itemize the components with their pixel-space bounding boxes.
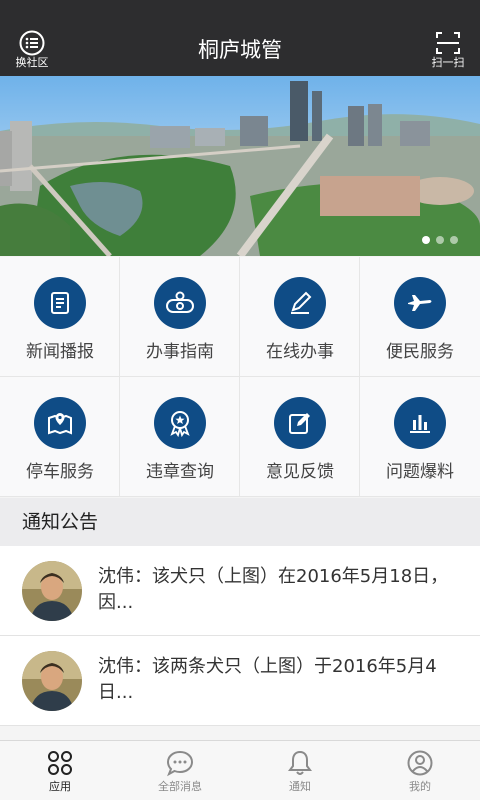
guide-icon-circle xyxy=(154,277,206,329)
service-label: 办事指南 xyxy=(146,342,214,362)
badge-icon-circle xyxy=(154,397,206,449)
tab-mine[interactable]: 我的 xyxy=(360,741,480,800)
carousel-dot[interactable] xyxy=(422,236,430,244)
top-bar: 换社区 桐庐城管 扫一扫 xyxy=(0,0,480,76)
service-label: 新闻播报 xyxy=(26,342,94,362)
bell-icon xyxy=(288,750,312,775)
notice-list: 沈伟：该犬只（上图）在2016年5月18日，因... 沈伟：该两条犬只（上图）于… xyxy=(0,546,480,726)
edit-icon-circle xyxy=(274,397,326,449)
list-item[interactable]: 沈伟：该犬只（上图）在2016年5月18日，因... xyxy=(0,546,480,636)
service-label: 意见反馈 xyxy=(266,462,334,482)
service-guide[interactable]: 办事指南 xyxy=(120,257,240,377)
avatar xyxy=(22,651,82,711)
service-parking[interactable]: 停车服务 xyxy=(0,377,120,497)
page-title: 桐庐城管 xyxy=(198,38,282,62)
service-label: 违章查询 xyxy=(146,462,214,482)
tab-label: 我的 xyxy=(409,780,431,793)
news-icon-circle xyxy=(34,277,86,329)
service-report[interactable]: 问题爆料 xyxy=(360,377,480,497)
app-root: 换社区 桐庐城管 扫一扫 新闻播报 办事指南 在线办事 便民服务 停车服务 违章… xyxy=(0,0,480,800)
city-aerial-image xyxy=(0,76,480,256)
carousel-indicator xyxy=(422,236,458,244)
user-icon xyxy=(407,750,433,776)
notice-section-title: 通知公告 xyxy=(0,498,480,546)
service-news[interactable]: 新闻播报 xyxy=(0,257,120,377)
tab-all-messages[interactable]: 全部消息 xyxy=(120,741,240,800)
pen-icon-circle xyxy=(274,277,326,329)
tab-label: 应用 xyxy=(49,780,71,793)
airplane-icon-circle xyxy=(394,277,446,329)
service-online[interactable]: 在线办事 xyxy=(240,257,360,377)
service-label: 便民服务 xyxy=(386,342,454,362)
service-convenience[interactable]: 便民服务 xyxy=(360,257,480,377)
guide-icon xyxy=(166,291,194,313)
tab-label: 全部消息 xyxy=(158,780,202,793)
map-pin-icon-circle xyxy=(34,397,86,449)
avatar xyxy=(22,561,82,621)
map-pin-icon xyxy=(48,413,72,435)
scan-label: 扫一扫 xyxy=(431,56,465,69)
tab-label: 通知 xyxy=(289,780,311,793)
service-violation[interactable]: 违章查询 xyxy=(120,377,240,497)
scan-button[interactable]: 扫一扫 xyxy=(418,30,478,74)
badge-icon xyxy=(170,411,190,437)
list-item[interactable]: 沈伟：该两条犬只（上图）于2016年5月4日... xyxy=(0,636,480,726)
tab-apps[interactable]: 应用 xyxy=(0,741,120,800)
notice-text: 沈伟：该两条犬只（上图）于2016年5月4日... xyxy=(98,656,437,703)
edit-icon xyxy=(289,413,310,434)
service-feedback[interactable]: 意见反馈 xyxy=(240,377,360,497)
tab-notifications[interactable]: 通知 xyxy=(240,741,360,800)
scan-icon xyxy=(436,32,460,54)
chat-icon xyxy=(166,750,194,777)
bar-chart-icon-circle xyxy=(394,397,446,449)
airplane-icon xyxy=(408,295,432,311)
apps-icon xyxy=(48,751,72,775)
carousel-dot[interactable] xyxy=(450,236,458,244)
news-icon xyxy=(51,292,69,314)
pen-icon xyxy=(291,291,312,314)
bottom-tab-bar: 应用 全部消息 通知 我的 xyxy=(0,740,480,800)
service-grid: 新闻播报 办事指南 在线办事 便民服务 停车服务 违章查询 意见反馈 问题爆料 xyxy=(0,257,480,497)
notice-text: 沈伟：该犬只（上图）在2016年5月18日，因... xyxy=(98,566,449,613)
service-label: 停车服务 xyxy=(26,462,94,482)
service-label: 问题爆料 xyxy=(386,462,454,482)
banner-carousel[interactable] xyxy=(0,76,480,256)
service-label: 在线办事 xyxy=(266,342,334,362)
carousel-dot[interactable] xyxy=(436,236,444,244)
bar-chart-icon xyxy=(410,415,430,433)
